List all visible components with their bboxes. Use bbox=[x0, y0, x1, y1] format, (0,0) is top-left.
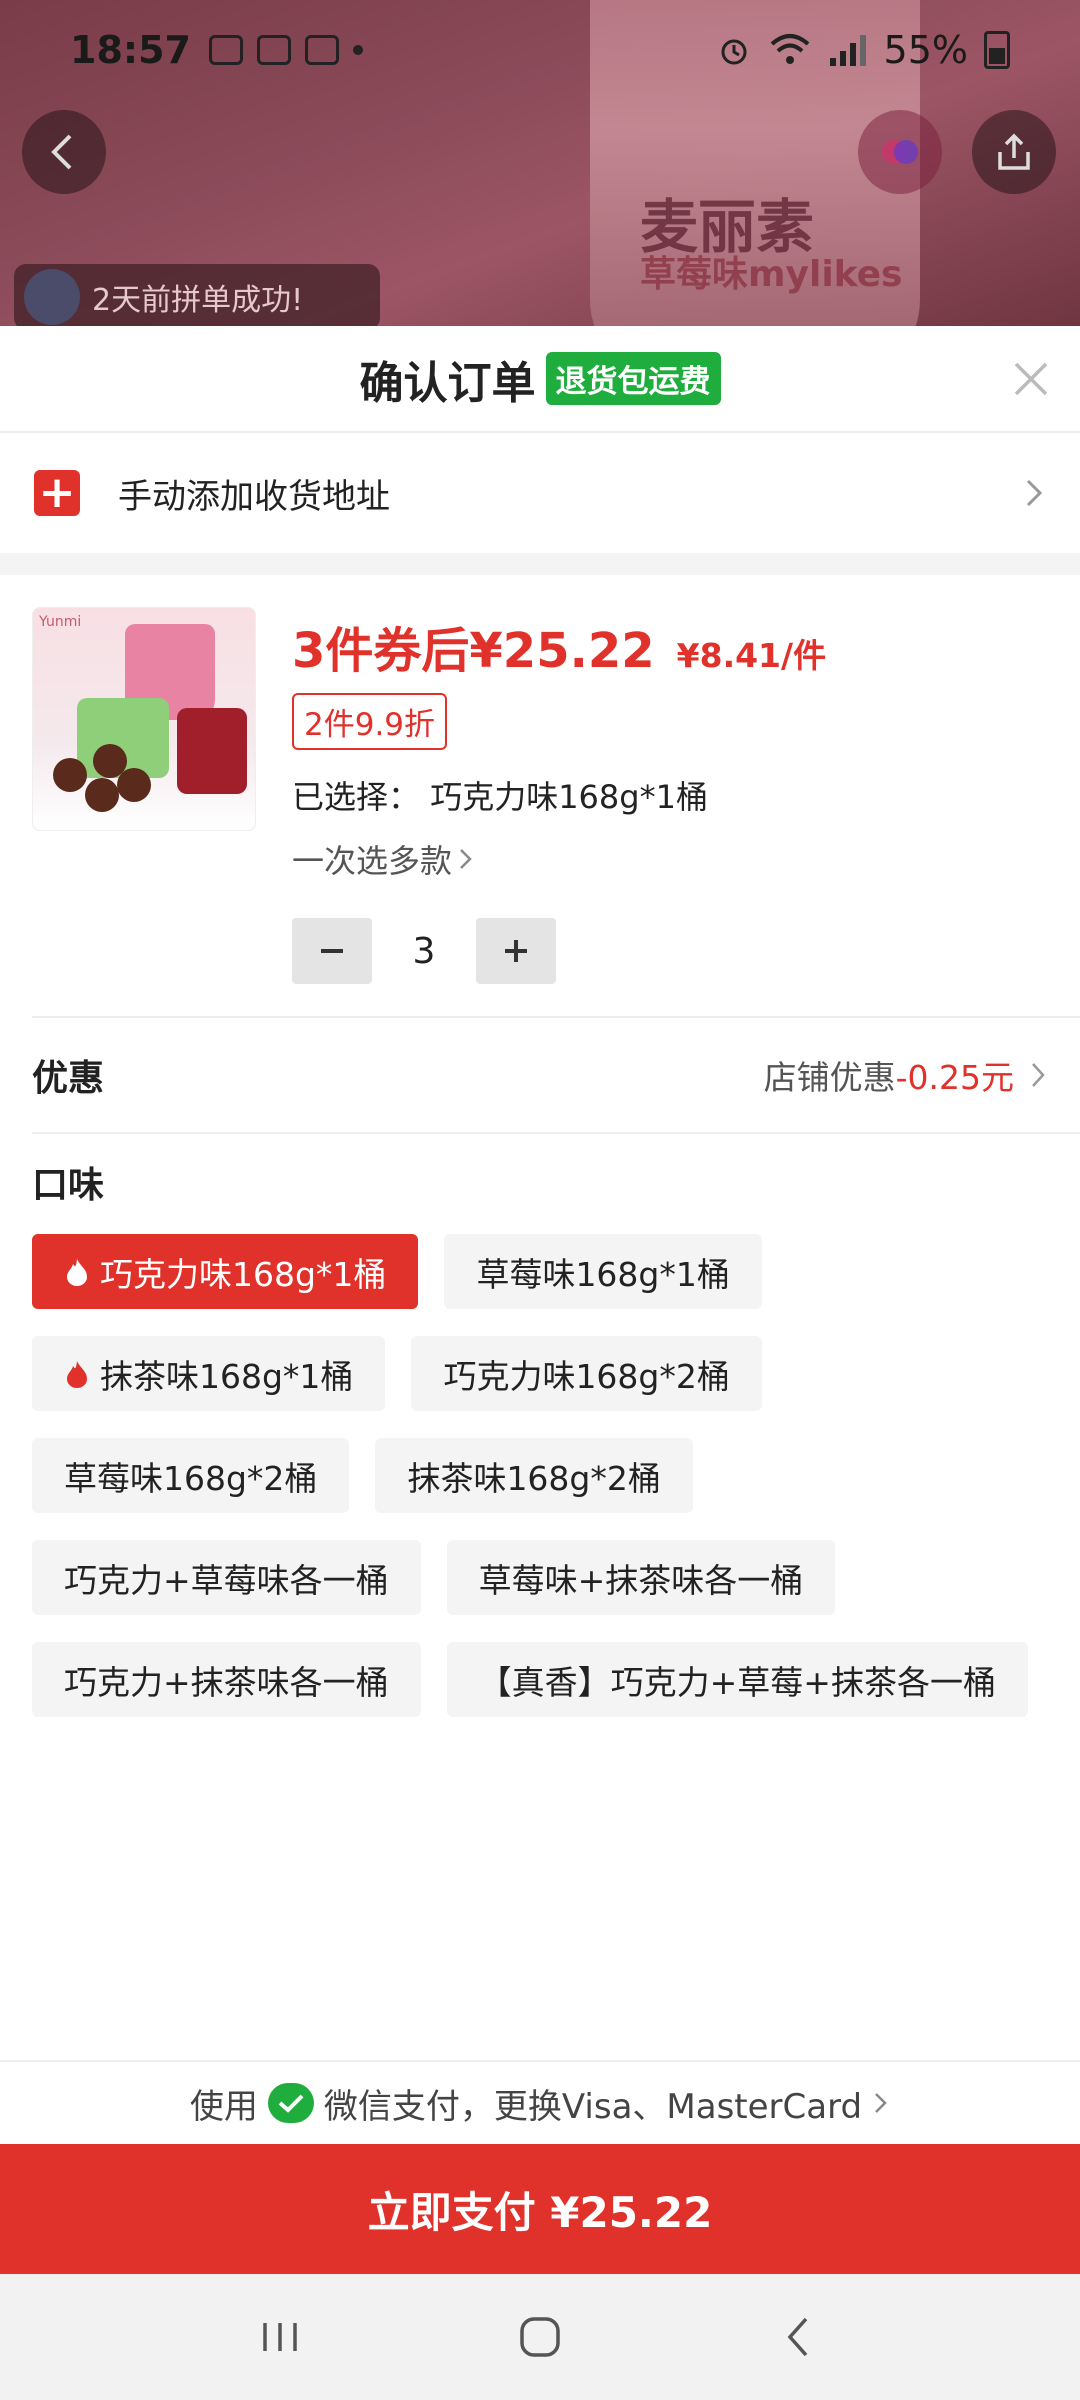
favorite-button[interactable] bbox=[858, 110, 942, 194]
flavor-option-label: 草莓味+抹茶味各一桶 bbox=[478, 1560, 804, 1600]
add-address-label: 手动添加收货地址 bbox=[118, 476, 390, 517]
flavor-option-label: 抹茶味168g*1桶 bbox=[100, 1356, 354, 1396]
decrease-button[interactable] bbox=[292, 918, 372, 984]
share-icon bbox=[998, 133, 1030, 170]
group-buy-text: 2天前拼单成功! bbox=[92, 283, 304, 318]
flavor-option[interactable]: 抹茶味168g*1桶 bbox=[32, 1336, 386, 1411]
flame-icon bbox=[67, 1360, 87, 1388]
heart-icon bbox=[882, 140, 918, 164]
zalo-icon bbox=[256, 35, 291, 65]
promo-label: 优惠 bbox=[32, 1058, 105, 1099]
avatar bbox=[24, 269, 80, 325]
store-discount-amount: -0.25元 bbox=[895, 1058, 1014, 1097]
store-discount-label: 店铺优惠 bbox=[763, 1058, 896, 1097]
product-background: 麦丽素 草莓味mylikes 18:57 55% 2天前拼单成功! bbox=[0, 0, 1080, 330]
multi-select-link[interactable]: 一次选多款 bbox=[292, 836, 1048, 882]
close-icon[interactable] bbox=[1006, 354, 1056, 404]
plus-icon bbox=[505, 940, 527, 962]
flavor-option[interactable]: 草莓味+抹茶味各一桶 bbox=[446, 1540, 836, 1615]
increase-button[interactable] bbox=[476, 918, 556, 984]
app-notification-icon bbox=[304, 35, 339, 65]
flavor-option-label: 巧克力+草莓味各一桶 bbox=[64, 1560, 389, 1600]
gallery-icon bbox=[208, 35, 243, 65]
flavor-option[interactable]: 草莓味168g*2桶 bbox=[32, 1438, 350, 1513]
status-bar: 18:57 55% bbox=[0, 0, 1080, 100]
flame-icon bbox=[67, 1258, 87, 1286]
selected-label: 已选择： bbox=[292, 778, 421, 816]
promo-row[interactable]: 优惠 店铺优惠 -0.25元 bbox=[0, 1018, 1080, 1132]
quantity-value[interactable]: 3 bbox=[372, 931, 476, 972]
return-shipping-badge: 退货包运费 bbox=[545, 352, 721, 405]
flavor-option-label: 草莓味168g*2桶 bbox=[64, 1458, 318, 1498]
chevron-right-icon bbox=[1032, 1063, 1045, 1087]
product-sublabel: 草莓味mylikes bbox=[640, 254, 903, 295]
flavor-option[interactable]: 巧克力+草莓味各一桶 bbox=[32, 1540, 421, 1615]
flavor-option-label: 抹茶味168g*2桶 bbox=[407, 1458, 661, 1498]
more-notifications-icon bbox=[352, 45, 363, 55]
back-icon[interactable] bbox=[770, 2307, 830, 2367]
unit-price: ¥8.41/件 bbox=[676, 636, 827, 675]
battery-percent: 55% bbox=[883, 28, 968, 72]
chevron-right-icon bbox=[1026, 479, 1043, 507]
flavor-title: 口味 bbox=[32, 1165, 105, 1206]
product-thumbnail[interactable]: Yunmi bbox=[32, 607, 256, 831]
system-nav-bar bbox=[0, 2274, 1080, 2400]
selected-variant: 已选择： 巧克力味168g*1桶 bbox=[292, 772, 1048, 818]
battery-icon bbox=[984, 31, 1010, 69]
wechat-pay-icon bbox=[267, 2083, 314, 2123]
wifi-icon bbox=[770, 34, 809, 64]
flavor-option-label: 巧克力味168g*1桶 bbox=[100, 1254, 387, 1294]
flavor-option[interactable]: 抹茶味168g*2桶 bbox=[375, 1438, 693, 1513]
sheet-header: 确认订单 退货包运费 bbox=[0, 326, 1080, 433]
quantity-stepper: 3 bbox=[292, 918, 1048, 984]
product-summary: Yunmi 3件券后¥25.22 ¥8.41/件 2件9.9折 已选择： 巧克力… bbox=[0, 575, 1080, 1016]
flavor-option[interactable]: 巧克力味168g*1桶 bbox=[32, 1234, 419, 1309]
status-time: 18:57 bbox=[70, 28, 191, 72]
chevron-right-icon bbox=[460, 849, 472, 869]
multi-select-label: 一次选多款 bbox=[292, 842, 453, 880]
flavor-option-label: 草莓味168g*1桶 bbox=[476, 1254, 730, 1294]
payment-method-label: 微信支付，更换Visa、MasterCard bbox=[323, 2086, 863, 2127]
share-button[interactable] bbox=[972, 110, 1056, 194]
price-after-coupon: 3件券后¥25.22 bbox=[292, 623, 655, 679]
recent-apps-icon[interactable] bbox=[250, 2307, 310, 2367]
flavor-option-label: 巧克力味168g*2桶 bbox=[443, 1356, 730, 1396]
flavor-option[interactable]: 【真香】巧克力+草莓+抹茶各一桶 bbox=[446, 1642, 1028, 1717]
pay-now-button[interactable]: 立即支付 ¥25.22 bbox=[0, 2144, 1080, 2274]
brand-logo-small: Yunmi bbox=[39, 614, 82, 630]
flavor-options: 巧克力味168g*1桶 草莓味168g*1桶 抹茶味168g*1桶 巧克力味16… bbox=[0, 1208, 1060, 1717]
flavor-option[interactable]: 巧克力+抹茶味各一桶 bbox=[32, 1642, 421, 1717]
flavor-option[interactable]: 草莓味168g*1桶 bbox=[444, 1234, 762, 1309]
flavor-option-label: 巧克力+抹茶味各一桶 bbox=[64, 1662, 389, 1702]
flavor-option-label: 【真香】巧克力+草莓+抹茶各一桶 bbox=[478, 1662, 996, 1702]
back-button[interactable] bbox=[22, 110, 106, 194]
chevron-right-icon bbox=[875, 2093, 887, 2113]
sheet-title: 确认订单 bbox=[359, 357, 536, 409]
payment-method-row[interactable]: 使用 微信支付，更换Visa、MasterCard bbox=[0, 2060, 1080, 2144]
discount-tag: 2件9.9折 bbox=[292, 693, 448, 750]
alarm-icon bbox=[721, 39, 747, 65]
minus-icon bbox=[321, 949, 343, 953]
home-icon[interactable] bbox=[510, 2307, 570, 2367]
selected-value: 巧克力味168g*1桶 bbox=[430, 778, 708, 816]
signal-icon bbox=[829, 35, 866, 66]
section-divider bbox=[0, 553, 1080, 575]
group-buy-notice: 2天前拼单成功! bbox=[14, 264, 380, 330]
add-address-row[interactable]: + 手动添加收货地址 bbox=[0, 433, 1080, 553]
flavor-option[interactable]: 巧克力味168g*2桶 bbox=[411, 1336, 762, 1411]
chevron-left-icon bbox=[51, 134, 72, 170]
plus-icon: + bbox=[34, 470, 80, 516]
payment-prefix: 使用 bbox=[189, 2086, 258, 2127]
